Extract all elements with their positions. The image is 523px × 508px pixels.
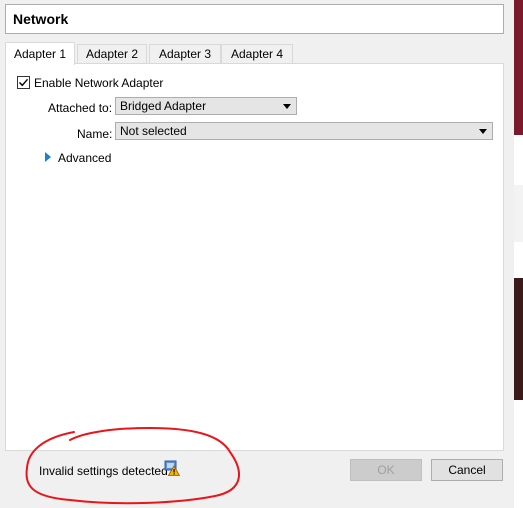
section-title-box: Network bbox=[5, 4, 504, 34]
warning-icon bbox=[164, 460, 180, 476]
enable-adapter-checkbox[interactable] bbox=[17, 76, 30, 89]
background-window-strip bbox=[514, 185, 523, 242]
attached-to-value: Bridged Adapter bbox=[120, 99, 207, 113]
network-settings-dialog: Network Adapter 1 Adapter 2 Adapter 3 Ad… bbox=[0, 0, 514, 508]
name-label: Name: bbox=[77, 127, 113, 141]
tab-adapter-1[interactable]: Adapter 1 bbox=[5, 42, 75, 65]
cancel-button[interactable]: Cancel bbox=[431, 459, 503, 481]
dropdown-arrow-icon bbox=[283, 104, 291, 109]
expand-arrow-icon[interactable] bbox=[45, 152, 51, 162]
advanced-toggle[interactable]: Advanced bbox=[58, 151, 111, 165]
tab-adapter-2[interactable]: Adapter 2 bbox=[77, 44, 147, 64]
dropdown-arrow-icon bbox=[479, 129, 487, 134]
tab-adapter-4[interactable]: Adapter 4 bbox=[221, 44, 293, 64]
checkmark-icon bbox=[19, 78, 29, 87]
adapter-panel: Enable Network Adapter Attached to: Brid… bbox=[5, 63, 504, 451]
ok-button[interactable]: OK bbox=[350, 459, 422, 481]
background-window-strip bbox=[514, 0, 523, 135]
background-window-strip bbox=[514, 278, 523, 400]
page-title: Network bbox=[13, 11, 69, 27]
name-value: Not selected bbox=[120, 124, 187, 138]
background-window-strip bbox=[514, 242, 523, 278]
attached-to-label: Attached to: bbox=[48, 101, 113, 115]
enable-adapter-label[interactable]: Enable Network Adapter bbox=[34, 76, 163, 90]
status-message: Invalid settings detected bbox=[39, 464, 168, 478]
name-select[interactable]: Not selected bbox=[115, 122, 493, 140]
background-window-strip bbox=[514, 400, 523, 508]
background-window-strip bbox=[514, 135, 523, 185]
tab-adapter-3[interactable]: Adapter 3 bbox=[149, 44, 221, 64]
attached-to-select[interactable]: Bridged Adapter bbox=[115, 97, 297, 115]
